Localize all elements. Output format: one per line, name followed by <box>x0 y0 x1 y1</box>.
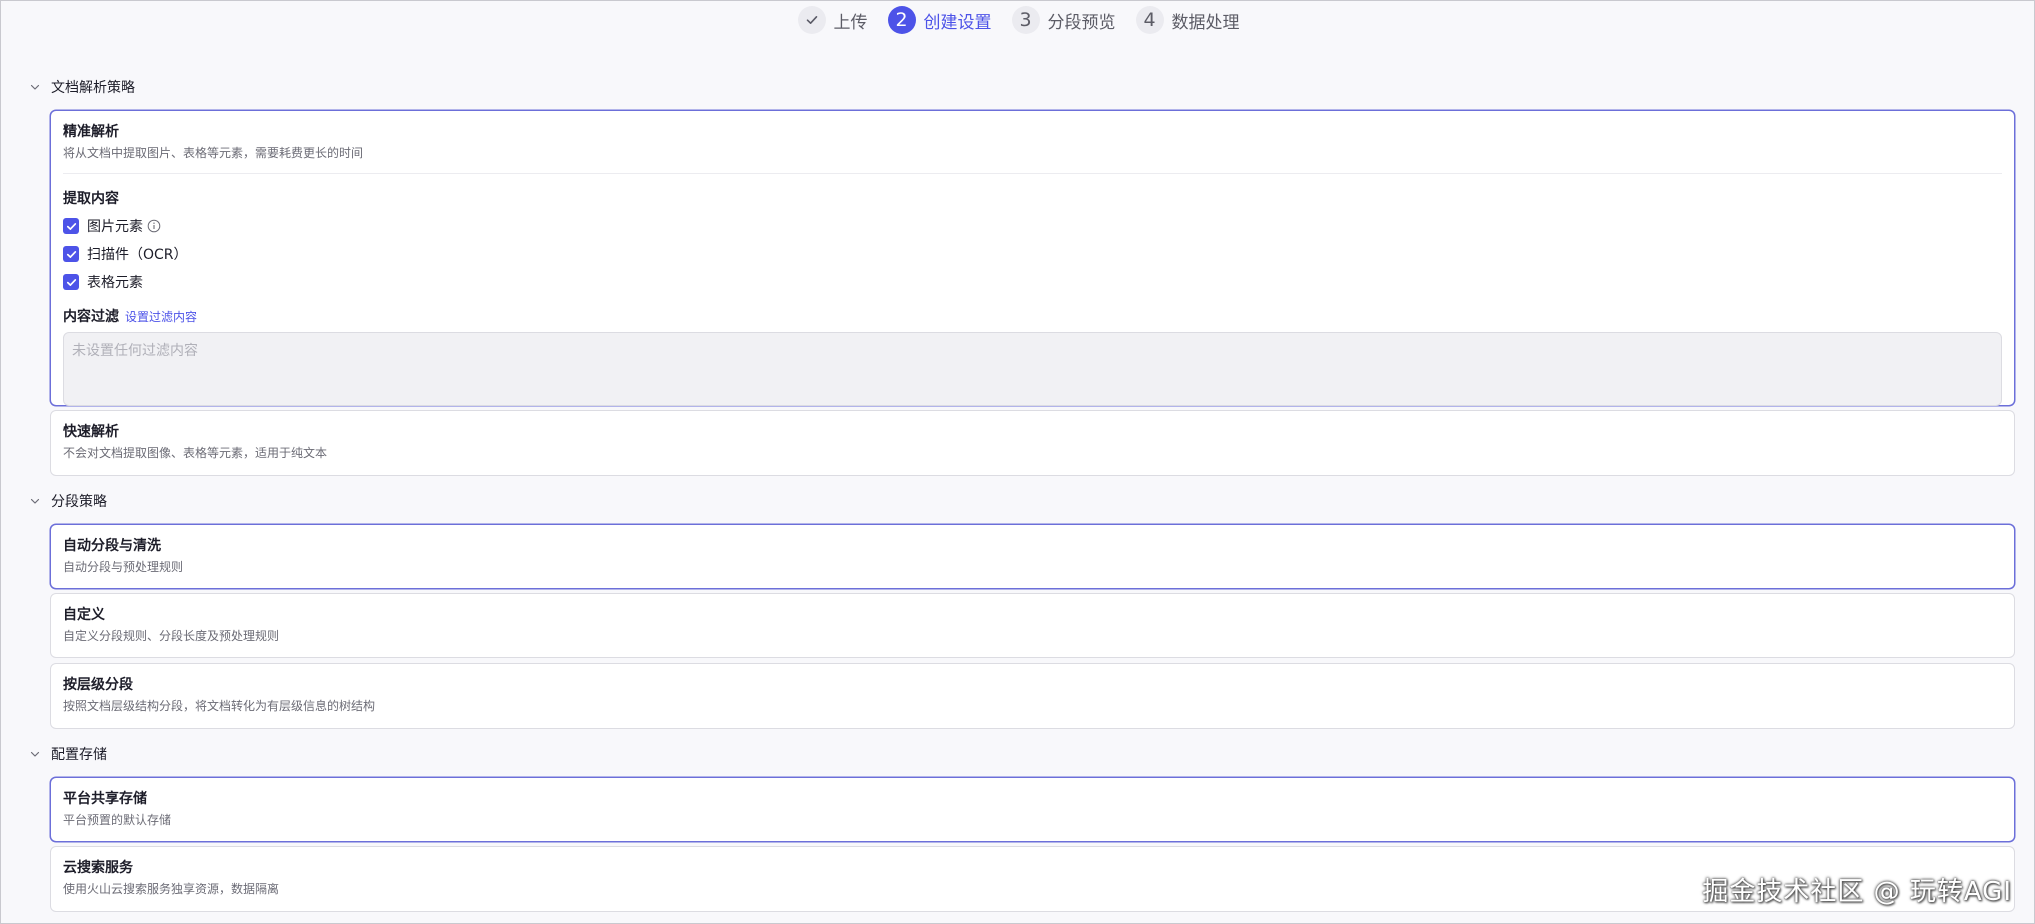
option-title: 按层级分段 <box>63 677 133 693</box>
option-hierarchy-segment[interactable]: 按层级分段 按照文档层级结构分段，将文档转化为有层级信息的树结构 <box>50 663 2015 729</box>
stepper: 上传 2 创建设置 3 分段预览 4 数据处理 <box>1 5 2035 35</box>
step-number: 4 <box>1135 6 1164 34</box>
option-title: 精准解析 <box>63 124 119 140</box>
set-filter-link[interactable]: 设置过滤内容 <box>125 308 197 325</box>
checkbox-label: 表格元素 <box>87 275 143 291</box>
option-custom-segment[interactable]: 自定义 自定义分段规则、分段长度及预处理规则 <box>50 593 2015 658</box>
step-label: 分段预览 <box>1047 12 1116 33</box>
step-number: 3 <box>1011 6 1040 34</box>
chevron-down-icon <box>30 498 40 504</box>
info-icon[interactable] <box>147 219 161 233</box>
step-label: 创建设置 <box>923 12 992 33</box>
section-header-storage[interactable]: 配置存储 <box>29 744 107 764</box>
watermark: 掘金技术社区 @ 玩转AGI <box>1702 877 2012 907</box>
checkbox-checked-icon[interactable] <box>63 218 79 234</box>
section-header-segment[interactable]: 分段策略 <box>29 491 107 511</box>
section-title: 文档解析策略 <box>51 80 135 96</box>
content-filter-title: 内容过滤 <box>63 309 119 325</box>
step-label: 上传 <box>833 12 868 33</box>
check-icon <box>797 6 826 34</box>
step-segment-preview[interactable]: 3 分段预览 <box>1011 6 1116 34</box>
content-filter-row: 内容过滤 设置过滤内容 <box>63 306 2002 326</box>
option-title: 平台共享存储 <box>63 791 147 807</box>
step-create-settings[interactable]: 2 创建设置 <box>887 6 992 34</box>
chevron-down-icon <box>30 751 40 757</box>
section-title: 分段策略 <box>51 494 107 510</box>
option-desc: 不会对文档提取图像、表格等元素，适用于纯文本 <box>63 446 328 460</box>
option-desc: 按照文档层级结构分段，将文档转化为有层级信息的树结构 <box>63 699 376 713</box>
extract-content-title: 提取内容 <box>63 191 119 207</box>
divider <box>63 173 2002 174</box>
option-precise-parse[interactable]: 精准解析 将从文档中提取图片、表格等元素，需要耗费更长的时间 提取内容 图片元素… <box>50 110 2015 406</box>
checkbox-table-elements[interactable]: 表格元素 <box>63 272 2002 292</box>
app-frame: 上传 2 创建设置 3 分段预览 4 数据处理 文档解析策略 精准解析 将从文档… <box>0 0 2035 924</box>
step-label: 数据处理 <box>1171 12 1240 33</box>
checkbox-checked-icon[interactable] <box>63 246 79 262</box>
option-desc: 自定义分段规则、分段长度及预处理规则 <box>63 629 280 643</box>
step-upload[interactable]: 上传 <box>797 6 868 34</box>
option-desc: 自动分段与预处理规则 <box>63 560 184 574</box>
checkbox-ocr[interactable]: 扫描件（OCR） <box>63 244 2002 264</box>
checkbox-label: 扫描件（OCR） <box>87 247 188 263</box>
checkbox-label: 图片元素 <box>87 219 143 235</box>
section-header-parse[interactable]: 文档解析策略 <box>29 77 135 97</box>
option-desc: 平台预置的默认存储 <box>63 813 172 827</box>
option-desc: 将从文档中提取图片、表格等元素，需要耗费更长的时间 <box>63 146 364 160</box>
step-data-processing[interactable]: 4 数据处理 <box>1135 6 1240 34</box>
section-title: 配置存储 <box>51 747 107 763</box>
option-title: 快速解析 <box>63 424 119 440</box>
checkbox-image-elements[interactable]: 图片元素 <box>63 216 2002 236</box>
option-title: 自动分段与清洗 <box>63 538 161 554</box>
content-filter-box[interactable]: 未设置任何过滤内容 <box>63 332 2002 406</box>
checkbox-checked-icon[interactable] <box>63 274 79 290</box>
step-number: 2 <box>887 6 916 34</box>
option-shared-storage[interactable]: 平台共享存储 平台预置的默认存储 <box>50 777 2015 842</box>
option-auto-segment[interactable]: 自动分段与清洗 自动分段与预处理规则 <box>50 524 2015 589</box>
option-title: 自定义 <box>63 607 105 623</box>
option-fast-parse[interactable]: 快速解析 不会对文档提取图像、表格等元素，适用于纯文本 <box>50 410 2015 476</box>
chevron-down-icon <box>30 84 40 90</box>
